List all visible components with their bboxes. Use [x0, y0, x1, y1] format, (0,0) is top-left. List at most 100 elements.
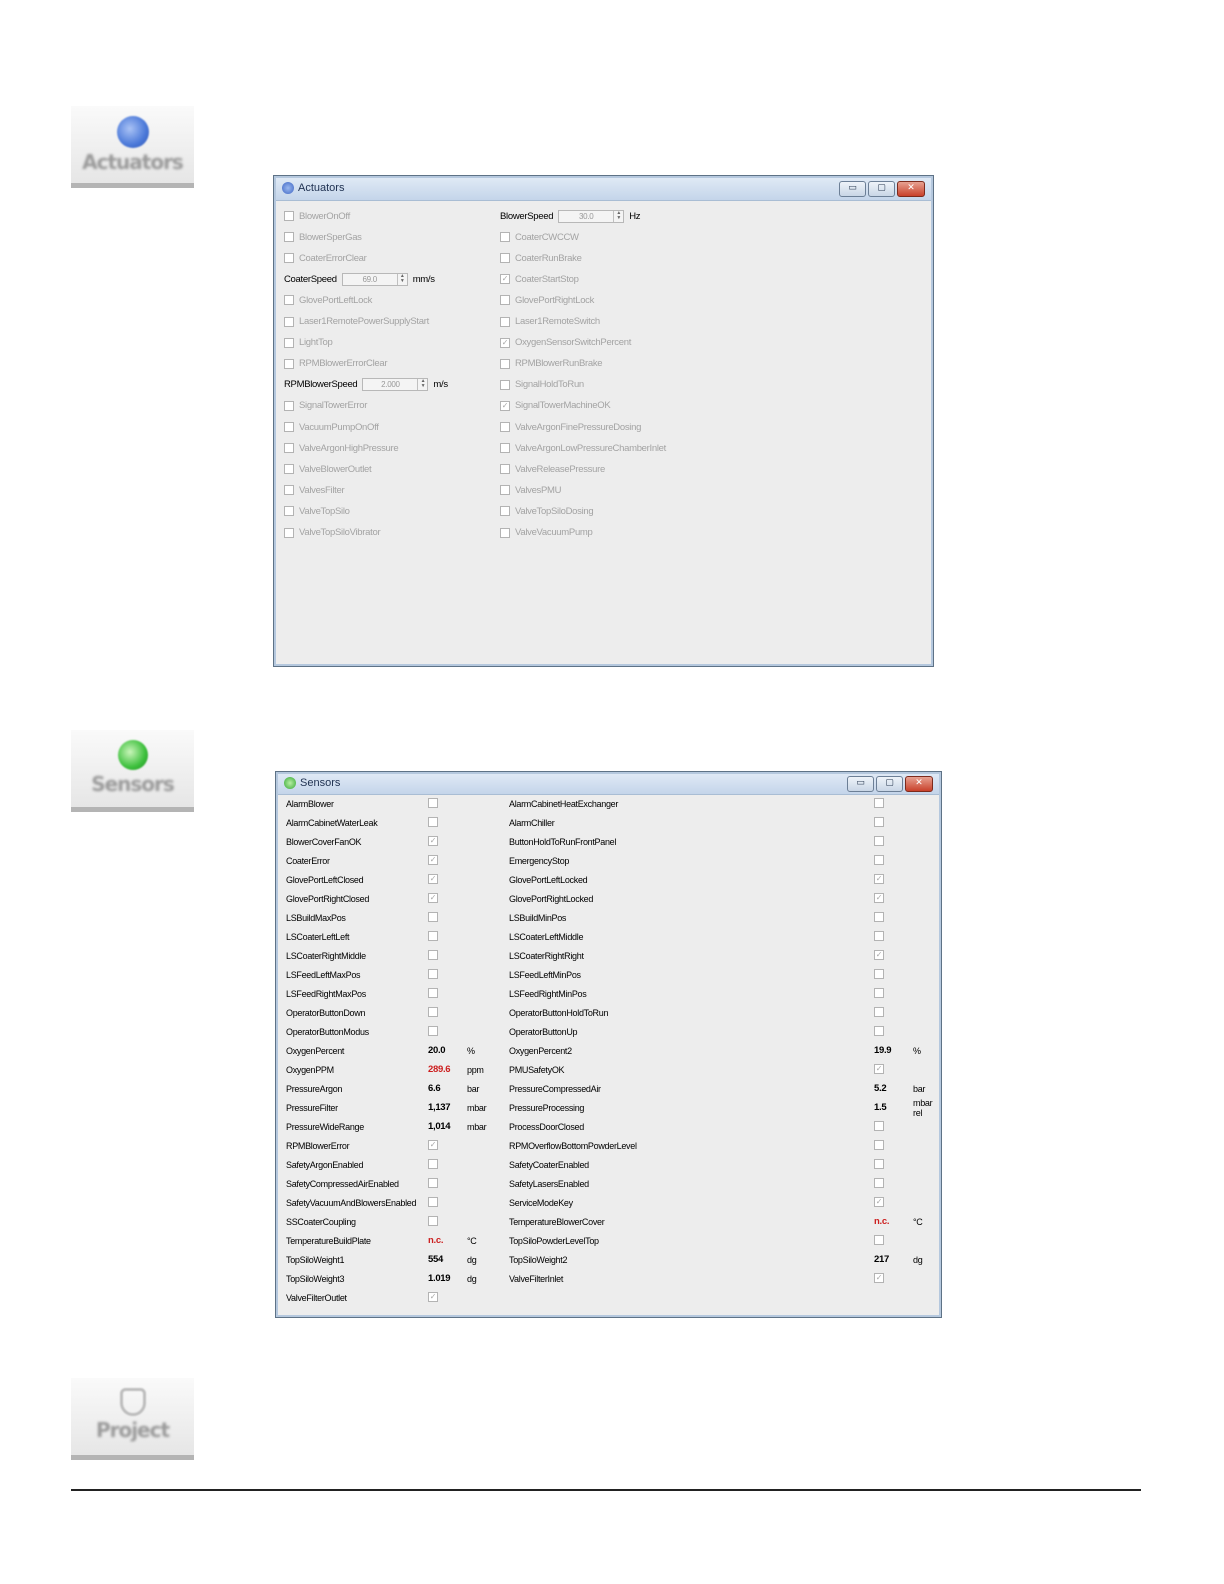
- checkbox[interactable]: [500, 506, 510, 517]
- stepper-value[interactable]: 69.0: [343, 275, 397, 284]
- checkbox[interactable]: [284, 358, 294, 369]
- numeric-stepper[interactable]: 30.0 ▲ ▼: [558, 209, 625, 223]
- actuator-laser1-remote-power-supply-start[interactable]: Laser1RemotePowerSupplyStart: [284, 313, 429, 331]
- actuator-signal-tower-error[interactable]: SignalTowerError: [284, 397, 367, 415]
- checkbox[interactable]: [284, 485, 294, 496]
- checkbox[interactable]: ✓: [500, 400, 510, 411]
- actuator-signal-tower-machine-ok[interactable]: ✓ SignalTowerMachineOK: [500, 397, 611, 415]
- checkbox[interactable]: [500, 295, 510, 306]
- checkbox[interactable]: [500, 443, 510, 454]
- minimize-button[interactable]: ▭: [839, 181, 866, 197]
- actuator-label: ValveArgonFinePressureDosing: [515, 421, 642, 433]
- actuator-coater-speed[interactable]: CoaterSpeed 69.0 ▲ ▼ mm/s: [284, 270, 435, 288]
- checkbox[interactable]: [500, 316, 510, 327]
- checkbox[interactable]: [500, 485, 510, 496]
- actuator-laser1-remote-switch[interactable]: Laser1RemoteSwitch: [500, 313, 600, 331]
- checkbox[interactable]: [500, 379, 510, 390]
- actuator-rpm-blower-error-clear[interactable]: RPMBlowerErrorClear: [284, 355, 388, 373]
- actuator-valve-argon-low-pressure-chamber-inlet[interactable]: ValveArgonLowPressureChamberInlet: [500, 439, 666, 457]
- actuator-valve-top-silo-dosing[interactable]: ValveTopSiloDosing: [500, 502, 594, 520]
- close-button[interactable]: ✕: [905, 776, 933, 792]
- actuator-label: BlowerSperGas: [299, 231, 362, 243]
- checkbox[interactable]: [500, 422, 510, 432]
- checkbox[interactable]: ✓: [500, 337, 510, 348]
- checkbox[interactable]: [284, 506, 294, 517]
- maximize-button[interactable]: ▢: [876, 776, 903, 792]
- actuators-button-label: Actuators: [82, 150, 184, 174]
- actuator-signal-hold-to-run[interactable]: SignalHoldToRun: [500, 376, 584, 394]
- sensor-label: LSFeedRightMaxPos: [286, 988, 366, 999]
- stepper-arrows-icon[interactable]: ▲ ▼: [396, 273, 407, 285]
- actuator-light-top[interactable]: LightTop: [284, 334, 333, 352]
- checkbox[interactable]: [500, 527, 510, 538]
- checkbox[interactable]: [284, 527, 294, 538]
- checkbox[interactable]: [284, 422, 294, 432]
- actuators-button[interactable]: Actuators: [71, 106, 194, 188]
- stepper-value[interactable]: 2.000: [363, 380, 417, 389]
- stepper-value[interactable]: 30.0: [559, 212, 613, 221]
- actuator-oxygen-sensor-switch-percent[interactable]: ✓ OxygenSensorSwitchPercent: [500, 334, 631, 352]
- actuators-panel: BlowerOnOff BlowerSperGas CoaterErrorClear…: [282, 202, 925, 658]
- sensor-label: AlarmCabinetHeatExchanger: [509, 798, 619, 809]
- status-checkbox: [874, 1178, 884, 1188]
- actuator-rpm-blower-run-brake[interactable]: RPMBlowerRunBrake: [500, 355, 603, 373]
- actuator-valve-top-silo-vibrator[interactable]: ValveTopSiloVibrator: [284, 524, 381, 542]
- actuator-valves-filter[interactable]: ValvesFilter: [284, 481, 345, 499]
- actuator-coater-start-stop[interactable]: ✓ CoaterStartStop: [500, 270, 579, 288]
- checkbox[interactable]: [284, 253, 294, 264]
- sensor-service-mode-key: ServiceModeKey ✓: [509, 1193, 939, 1212]
- app-icon: [282, 182, 294, 194]
- actuator-valve-argon-high-pressure[interactable]: ValveArgonHighPressure: [284, 439, 399, 457]
- numeric-stepper[interactable]: 69.0 ▲ ▼: [341, 272, 408, 286]
- actuator-valve-top-silo[interactable]: ValveTopSilo: [284, 502, 350, 520]
- checkbox[interactable]: [284, 464, 294, 475]
- checkbox[interactable]: [284, 443, 294, 454]
- checkbox[interactable]: [500, 253, 510, 264]
- actuator-coater-run-brake[interactable]: CoaterRunBrake: [500, 249, 582, 267]
- actuator-glove-port-left-lock[interactable]: GlovePortLeftLock: [284, 291, 372, 309]
- actuator-label: ValveVacuumPump: [515, 527, 593, 538]
- checkbox[interactable]: [284, 337, 294, 348]
- stepper-arrows-icon[interactable]: ▲ ▼: [417, 379, 427, 391]
- stepper-arrows-icon[interactable]: ▲ ▼: [613, 210, 623, 222]
- actuator-blower-on-off[interactable]: BlowerOnOff: [284, 207, 350, 225]
- status-checkbox: ✓: [874, 950, 884, 960]
- checkbox[interactable]: [500, 464, 510, 475]
- actuator-blower-sper-gas[interactable]: BlowerSperGas: [284, 228, 362, 246]
- checkbox[interactable]: [284, 211, 294, 221]
- maximize-button[interactable]: ▢: [868, 181, 895, 197]
- numeric-stepper[interactable]: 2.000 ▲ ▼: [362, 378, 429, 392]
- status-checkbox: [428, 931, 438, 941]
- actuator-rpm-blower-speed[interactable]: RPMBlowerSpeed 2.000 ▲ ▼ m/s: [284, 376, 448, 394]
- actuator-label: ValveArgonLowPressureChamberInlet: [515, 442, 666, 454]
- status-checkbox: [428, 1159, 438, 1169]
- checkbox[interactable]: [284, 400, 294, 411]
- actuator-valve-vacuum-pump[interactable]: ValveVacuumPump: [500, 524, 593, 542]
- actuator-label: CoaterSpeed: [284, 273, 337, 285]
- checkbox[interactable]: ✓: [500, 274, 510, 285]
- sensor-label: AlarmCabinetWaterLeak: [286, 817, 378, 828]
- actuator-blower-speed[interactable]: BlowerSpeed 30.0 ▲ ▼ Hz: [500, 207, 641, 225]
- checkbox[interactable]: [284, 232, 294, 243]
- close-button[interactable]: ✕: [897, 181, 925, 197]
- checkbox[interactable]: [500, 232, 510, 243]
- actuator-valve-argon-fine-pressure-dosing[interactable]: ValveArgonFinePressureDosing: [500, 418, 641, 436]
- project-button[interactable]: Project: [71, 1378, 194, 1460]
- checkbox[interactable]: [284, 316, 294, 327]
- actuator-glove-port-right-lock[interactable]: GlovePortRightLock: [500, 291, 594, 309]
- checkbox[interactable]: [284, 295, 294, 306]
- actuator-valve-blower-outlet[interactable]: ValveBlowerOutlet: [284, 460, 372, 478]
- checkbox[interactable]: [500, 358, 510, 369]
- actuator-coater-error-clear[interactable]: CoaterErrorClear: [284, 249, 367, 267]
- sensors-titlebar[interactable]: Sensors ▭ ▢ ✕: [278, 774, 939, 795]
- actuator-valve-release-pressure[interactable]: ValveReleasePressure: [500, 460, 605, 478]
- actuator-valves-pmu[interactable]: ValvesPMU: [500, 481, 562, 499]
- minimize-button[interactable]: ▭: [847, 776, 874, 792]
- status-checkbox: ✓: [874, 893, 884, 903]
- actuator-vacuum-pump-on-off[interactable]: VacuumPumpOnOff: [284, 418, 379, 436]
- actuator-label: ValveBlowerOutlet: [299, 463, 372, 475]
- sensors-button[interactable]: Sensors: [71, 730, 194, 812]
- actuator-coater-cwccw[interactable]: CoaterCWCCW: [500, 228, 579, 246]
- actuators-titlebar[interactable]: Actuators ▭ ▢ ✕: [276, 178, 931, 201]
- sensor-label: LSCoaterLeftMiddle: [509, 931, 584, 942]
